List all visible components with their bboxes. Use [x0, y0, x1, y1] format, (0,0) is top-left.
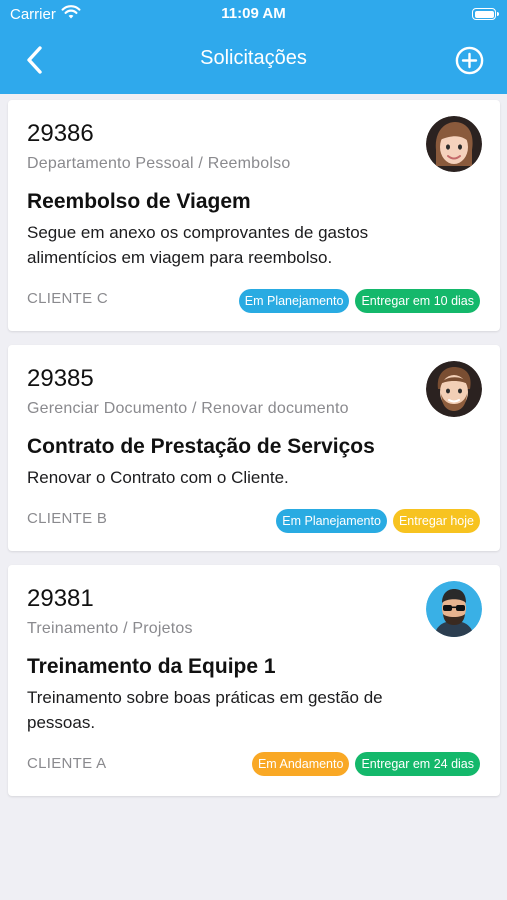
- request-card[interactable]: 29386 Departamento Pessoal / Reembolso R…: [8, 100, 500, 331]
- client-name: CLIENTE B: [27, 510, 108, 527]
- status-badge: Em Planejamento: [238, 289, 350, 313]
- navigation-bar: Carrier 11:09 AM Solicitações: [0, 0, 507, 94]
- woman-memoji-avatar: [426, 116, 482, 172]
- deadline-badge: Entregar em 10 dias: [355, 289, 480, 313]
- man-sunglasses-avatar: [426, 581, 482, 637]
- request-category: Gerenciar Documento / Renovar documento: [27, 400, 349, 417]
- client-name: CLIENTE C: [27, 290, 109, 307]
- add-circle-icon[interactable]: [455, 46, 484, 75]
- request-number: 29385: [27, 365, 94, 392]
- request-category: Departamento Pessoal / Reembolso: [27, 155, 291, 172]
- request-title: Reembolso de Viagem: [27, 190, 251, 213]
- clock: 11:09 AM: [221, 5, 286, 22]
- request-number: 29381: [27, 585, 94, 612]
- request-number: 29386: [27, 120, 94, 147]
- status-badge: Em Andamento: [251, 752, 350, 776]
- page-title: Solicitações: [200, 47, 307, 69]
- client-name: CLIENTE A: [27, 755, 107, 772]
- battery-icon: [472, 8, 499, 20]
- status-badge: Em Planejamento: [276, 509, 387, 533]
- status-badges: Em Andamento Entregar em 24 dias: [251, 752, 480, 776]
- request-description: Segue em anexo os comprovantes de gastos…: [27, 223, 369, 267]
- bearded-man-memoji-avatar: [426, 361, 482, 417]
- request-card[interactable]: 29385 Gerenciar Documento / Renovar docu…: [8, 345, 500, 551]
- request-card[interactable]: 29381 Treinamento / Projetos Treinamento…: [8, 565, 500, 796]
- deadline-badge: Entregar hoje: [392, 509, 480, 533]
- request-description: Treinamento sobre boas práticas em gestã…: [27, 688, 383, 732]
- request-title: Contrato de Prestação de Serviços: [27, 435, 375, 458]
- request-category: Treinamento / Projetos: [27, 620, 193, 637]
- status-bar: Carrier 11:09 AM: [0, 0, 507, 28]
- request-description: Renovar o Contrato com o Cliente.: [27, 468, 289, 487]
- status-badges: Em Planejamento Entregar hoje: [276, 509, 480, 533]
- deadline-badge: Entregar em 24 dias: [355, 752, 480, 776]
- request-title: Treinamento da Equipe 1: [27, 655, 276, 678]
- status-badges: Em Planejamento Entregar em 10 dias: [238, 289, 480, 313]
